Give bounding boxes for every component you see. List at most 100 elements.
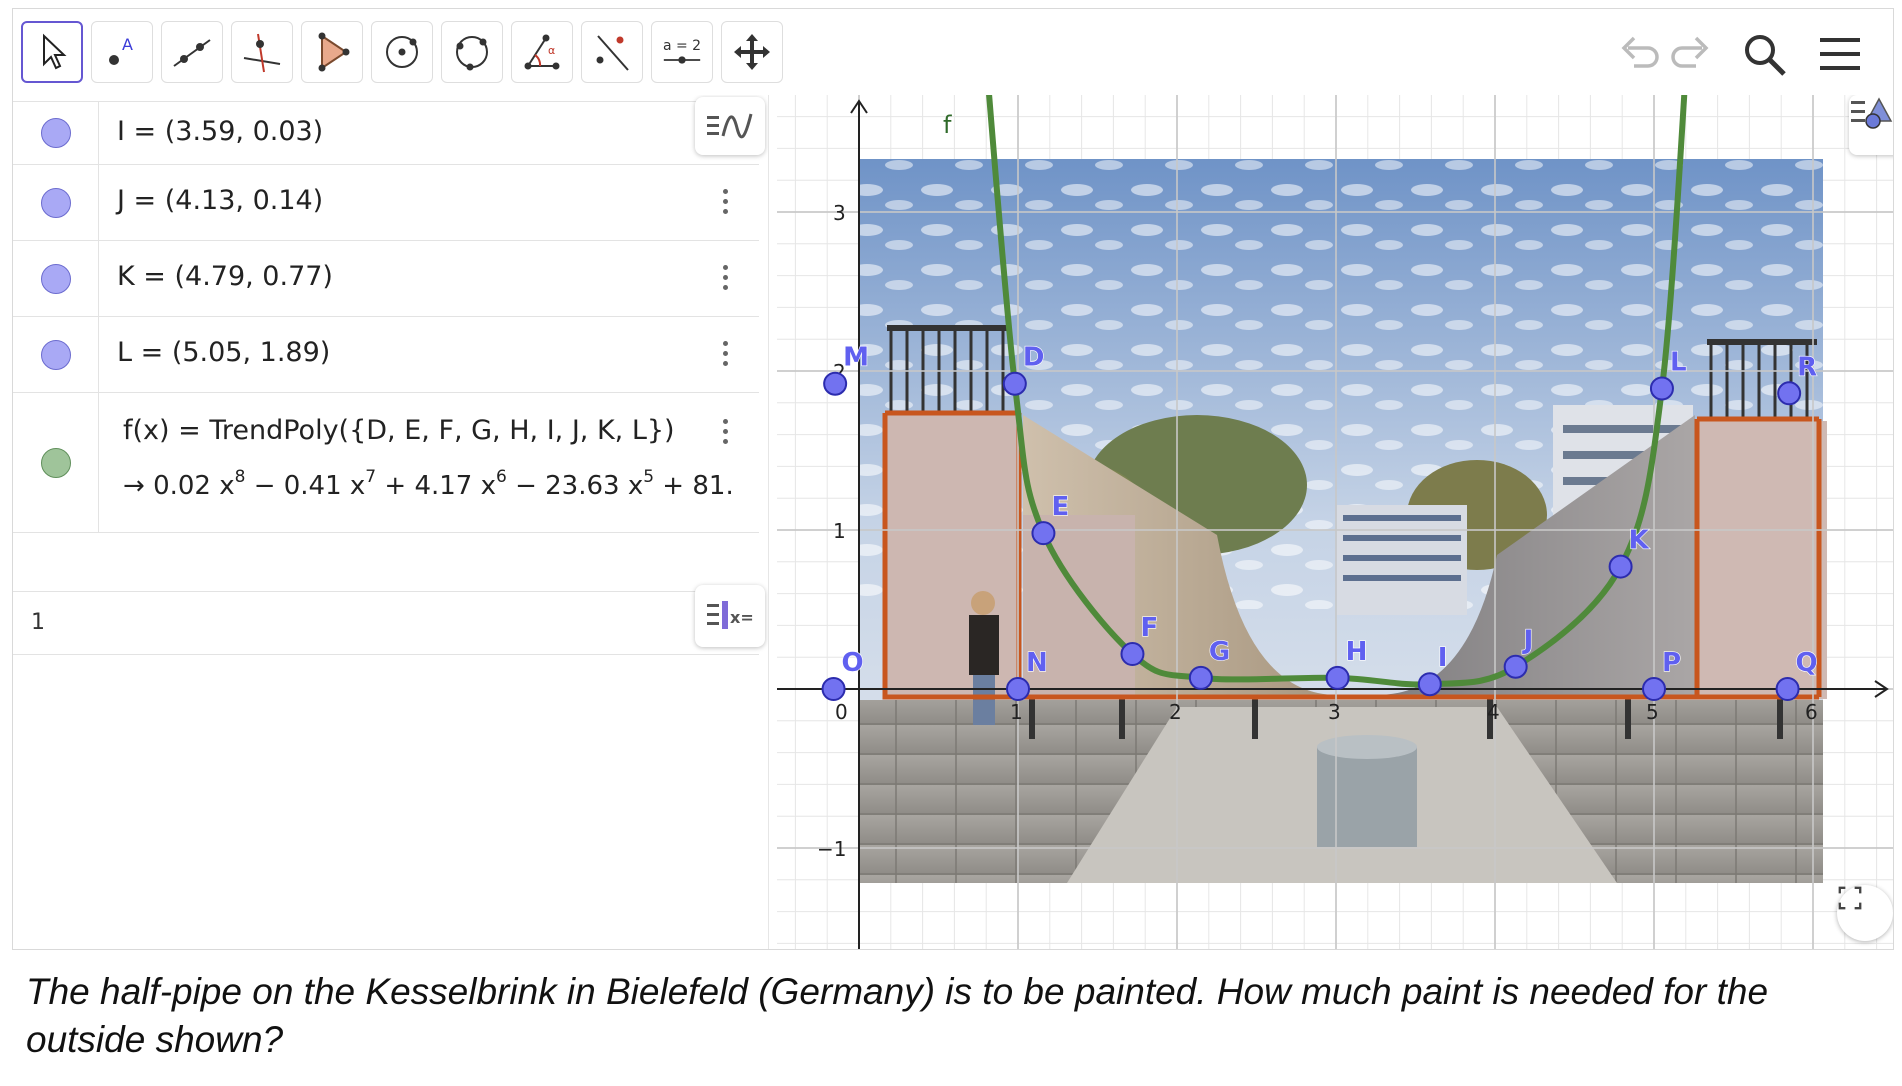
point-r[interactable] <box>1777 381 1802 406</box>
line-icon <box>173 39 211 67</box>
function-result: → 0.02 x8 − 0.41 x7 + 4.17 x6 − 23.63 x5… <box>123 467 734 501</box>
more-options-icon[interactable] <box>723 265 729 290</box>
circle-center-point-tool-button[interactable] <box>371 21 433 83</box>
slider-tool-button[interactable]: a = 2 <box>651 21 713 83</box>
point-label-k: K <box>1629 526 1650 556</box>
point-g[interactable] <box>1188 665 1213 690</box>
svg-text:A: A <box>122 35 133 54</box>
more-options-icon[interactable] <box>723 189 729 214</box>
perpendicular-line-tool-button[interactable] <box>231 21 293 83</box>
result-term-exponent: 7 <box>365 467 377 487</box>
algebra-settings-button[interactable] <box>695 97 765 155</box>
point-p[interactable] <box>1642 677 1666 701</box>
function-f-label: f <box>943 111 952 139</box>
undo-icon <box>1621 36 1659 68</box>
visibility-marker[interactable] <box>40 263 71 294</box>
x-tick-label: 4 <box>1487 700 1500 724</box>
search-button[interactable] <box>1737 27 1791 81</box>
point-label-q: Q <box>1796 648 1818 678</box>
function-definition[interactable]: f(x) = TrendPoly({D, E, F, G, H, I, J, K… <box>123 415 675 446</box>
point-f[interactable] <box>1120 642 1145 667</box>
y-tick-label: 1 <box>833 519 846 543</box>
svg-text:x=: x= <box>730 608 754 627</box>
circle-three-points-tool-button[interactable] <box>441 21 503 83</box>
visibility-marker[interactable] <box>40 187 71 218</box>
result-term-exponent: 5 <box>643 467 655 487</box>
graphics-style-icon <box>1851 97 1893 129</box>
point-e[interactable] <box>1031 521 1056 546</box>
algebra-view: I = (3.59, 0.03) J = (4.13, 0.14) K = (4… <box>13 95 769 949</box>
point-expression[interactable]: J = (4.13, 0.14) <box>117 185 323 216</box>
fullscreen-icon <box>1838 886 1862 910</box>
line-tool-button[interactable] <box>161 21 223 83</box>
point-tool-button[interactable]: A <box>91 21 153 83</box>
visibility-marker[interactable] <box>40 447 71 478</box>
visibility-marker[interactable] <box>40 339 71 370</box>
cursor-arrow-icon <box>43 33 67 70</box>
menu-icon <box>1820 38 1860 70</box>
algebra-input-row[interactable]: 1 <box>13 591 759 655</box>
point-d[interactable] <box>1002 371 1027 396</box>
point-q[interactable] <box>1775 677 1800 701</box>
graphics-view[interactable]: 0 1 2 3 4 5 6 3 2 1 −1 f MDEFGHIJKLRONPQ <box>777 95 1894 950</box>
point-icon: A <box>109 35 133 65</box>
y-tick-label: 3 <box>833 201 846 225</box>
point-label-l: L <box>1670 347 1687 377</box>
graphics-style-button[interactable] <box>1849 95 1893 155</box>
move-tool-button[interactable] <box>21 21 83 83</box>
algebra-row-function-f[interactable]: f(x) = TrendPoly({D, E, F, G, H, I, J, K… <box>13 393 759 533</box>
result-arrow: → <box>123 471 145 501</box>
result-term: + 4.17 x <box>376 471 496 501</box>
algebra-row-j[interactable]: J = (4.13, 0.14) <box>13 165 759 241</box>
point-k[interactable] <box>1608 554 1633 579</box>
graphics-canvas[interactable]: 0 1 2 3 4 5 6321−1 f M DEFG H IJKL RO N P Q <box>777 95 1894 950</box>
redo-icon <box>1671 36 1709 68</box>
main-menu-button[interactable] <box>1813 27 1867 81</box>
move-graphics-tool-button[interactable] <box>721 21 783 83</box>
undo-button[interactable] <box>1611 27 1665 81</box>
point-j[interactable] <box>1503 654 1528 679</box>
result-term: + 81. <box>654 471 734 501</box>
point-expression[interactable]: I = (3.59, 0.03) <box>117 116 323 147</box>
angle-tool-button[interactable]: α <box>511 21 573 83</box>
point-n[interactable] <box>1006 677 1030 701</box>
x-tick-label: 3 <box>1328 700 1341 724</box>
slider-tool-label: a = 2 <box>662 38 702 54</box>
point-o[interactable] <box>821 677 846 701</box>
fullscreen-button[interactable] <box>1837 885 1893 941</box>
point-m[interactable] <box>823 371 848 396</box>
reflect-line-icon <box>596 35 629 71</box>
point-label-e: E <box>1051 492 1069 522</box>
algebra-row-k[interactable]: K = (4.79, 0.77) <box>13 241 759 317</box>
result-term: − 0.41 x <box>245 471 366 501</box>
point-expression[interactable]: L = (5.05, 1.89) <box>117 337 330 368</box>
algebra-row-l[interactable]: L = (5.05, 1.89) <box>13 317 759 393</box>
result-term-exponent: 6 <box>495 467 507 487</box>
result-term-exponent: 8 <box>234 467 246 487</box>
point-label-j: J <box>1522 626 1534 656</box>
reflect-line-tool-button[interactable] <box>581 21 643 83</box>
point-expression[interactable]: K = (4.79, 0.77) <box>117 261 333 292</box>
algebra-input-keyboard-button[interactable]: x= <box>695 585 765 647</box>
polygon-tool-button[interactable] <box>301 21 363 83</box>
slider-icon: a = 2 <box>662 38 702 66</box>
visibility-marker[interactable] <box>40 118 71 148</box>
point-l[interactable] <box>1649 376 1674 401</box>
result-term: 0.02 x <box>153 471 235 501</box>
input-formula-icon: x= <box>707 601 754 629</box>
x-tick-label: 2 <box>1169 700 1182 724</box>
point-i[interactable] <box>1417 672 1442 697</box>
point-label-m: M <box>843 343 869 373</box>
algebra-row-i[interactable]: I = (3.59, 0.03) <box>13 101 759 165</box>
more-options-icon[interactable] <box>723 419 729 444</box>
algebra-graph-style-icon <box>707 113 753 139</box>
point-h[interactable] <box>1325 665 1350 690</box>
y-tick-label: −1 <box>817 837 846 861</box>
redo-button[interactable] <box>1665 27 1719 81</box>
task-caption: The half-pipe on the Kesselbrink in Biel… <box>26 971 1769 1060</box>
circle-three-points-icon <box>456 36 488 71</box>
toolbar: A α a = 2 <box>13 9 1893 95</box>
point-label-p: P <box>1662 648 1681 678</box>
point-label-n: N <box>1026 648 1048 678</box>
more-options-icon[interactable] <box>723 341 729 366</box>
